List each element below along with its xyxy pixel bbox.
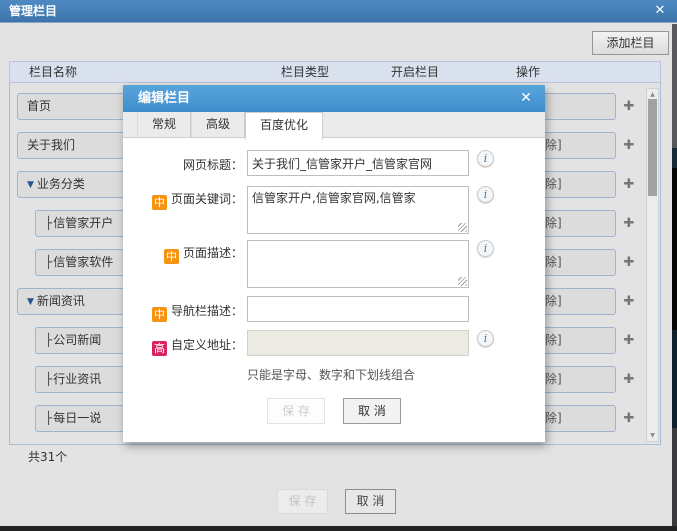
branch-icon: ├ <box>45 372 52 386</box>
header-column-enabled: 开启栏目 <box>391 62 439 83</box>
field-label-page-title: 网页标题： <box>123 156 243 173</box>
edit-column-dialog: 编辑栏目 ✕ 常规 高级 百度优化 网页标题： i 中页面关键词： 信管家开户,… <box>123 85 545 442</box>
column-row-item[interactable]: ▼业务分类 <box>17 171 127 198</box>
priority-mid-badge: 中 <box>152 307 167 322</box>
save-button-disabled: 保 存 <box>277 489 328 514</box>
column-row-item[interactable]: ├行业资讯 <box>35 366 130 393</box>
collapse-triangle-icon[interactable]: ▼ <box>27 180 34 190</box>
tab-baidu-seo[interactable]: 百度优化 <box>245 112 323 140</box>
add-subcolumn-plus-icon[interactable]: ✚ <box>621 93 637 120</box>
info-icon[interactable]: i <box>477 330 494 347</box>
add-subcolumn-plus-icon[interactable]: ✚ <box>621 249 637 276</box>
scroll-up-icon[interactable]: ▲ <box>647 90 658 99</box>
page-behind-edge <box>672 148 677 168</box>
manage-columns-window: 管理栏目 ✕ 添加栏目 栏目名称 栏目类型 开启栏目 操作 首页 关于我们 ▼业… <box>0 0 677 531</box>
window-close-icon[interactable]: ✕ <box>652 0 668 22</box>
column-name: 信管家软件 <box>53 255 113 269</box>
label-text: 页面关键词： <box>171 192 243 206</box>
label-text: 导航栏描述： <box>171 304 243 318</box>
add-column-button[interactable]: 添加栏目 <box>592 31 669 55</box>
column-row-item[interactable]: ├公司新闻 <box>35 327 130 354</box>
column-name: 新闻资讯 <box>37 294 85 308</box>
column-row-item[interactable]: ▼新闻资讯 <box>17 288 127 315</box>
scrollbar-thumb[interactable] <box>648 99 657 196</box>
page-behind-edge <box>672 168 677 330</box>
page-description-textarea[interactable] <box>247 240 469 288</box>
column-name: 信管家开户 <box>53 216 113 230</box>
dialog-close-icon[interactable]: ✕ <box>517 85 535 112</box>
page-behind-edge <box>672 24 677 148</box>
header-operations: 操作 <box>516 62 540 83</box>
info-icon[interactable]: i <box>477 150 494 167</box>
tab-general[interactable]: 常规 <box>137 112 191 137</box>
field-label-page-description: 中页面描述： <box>123 244 243 264</box>
add-subcolumn-plus-icon[interactable]: ✚ <box>621 210 637 237</box>
column-row-item[interactable]: ├信管家软件 <box>35 249 130 276</box>
add-subcolumn-plus-icon[interactable]: ✚ <box>621 405 637 432</box>
table-header-row: 栏目名称 栏目类型 开启栏目 操作 <box>9 61 661 83</box>
add-subcolumn-plus-icon[interactable]: ✚ <box>621 288 637 315</box>
dialog-tabs: 常规 高级 百度优化 <box>123 112 545 138</box>
column-name: 首页 <box>27 99 51 113</box>
priority-mid-badge: 中 <box>164 249 179 264</box>
custom-url-input-disabled <box>247 330 469 356</box>
dialog-title: 编辑栏目 <box>138 91 190 106</box>
scroll-down-icon[interactable]: ▼ <box>647 431 658 440</box>
branch-icon: ├ <box>45 411 52 425</box>
window-title: 管理栏目 <box>9 4 57 18</box>
page-behind-edge <box>672 428 677 526</box>
page-behind-bottom <box>0 526 677 531</box>
branch-icon: ├ <box>45 216 52 230</box>
window-titlebar: 管理栏目 <box>0 0 677 23</box>
field-label-custom-url: 高自定义地址： <box>123 336 243 356</box>
header-column-name: 栏目名称 <box>29 62 77 83</box>
column-name: 每日一说 <box>53 411 101 425</box>
dialog-titlebar: 编辑栏目 <box>123 85 545 112</box>
info-icon[interactable]: i <box>477 240 494 257</box>
column-name: 关于我们 <box>27 138 75 152</box>
page-keywords-textarea[interactable]: 信管家开户,信管家官网,信管家 <box>247 186 469 234</box>
column-row-item[interactable]: 关于我们 <box>17 132 127 159</box>
dialog-save-button-disabled: 保 存 <box>267 398 325 424</box>
page-title-input[interactable] <box>247 150 469 176</box>
branch-icon: ├ <box>45 333 52 347</box>
field-label-page-keywords: 中页面关键词： <box>123 190 243 210</box>
navbar-description-input[interactable] <box>247 296 469 322</box>
add-subcolumn-plus-icon[interactable]: ✚ <box>621 171 637 198</box>
column-row-item[interactable]: 首页 <box>17 93 127 120</box>
dialog-cancel-button[interactable]: 取 消 <box>343 398 401 424</box>
label-text: 自定义地址： <box>171 338 243 352</box>
page-behind-edge <box>672 330 677 428</box>
info-icon[interactable]: i <box>477 186 494 203</box>
column-row-item[interactable]: ├每日一说 <box>35 405 130 432</box>
column-name: 业务分类 <box>37 177 85 191</box>
cancel-button[interactable]: 取 消 <box>345 489 396 514</box>
field-label-navbar-description: 中导航栏描述： <box>123 302 243 322</box>
label-text: 网页标题： <box>183 158 243 172</box>
tab-advanced[interactable]: 高级 <box>191 112 245 137</box>
priority-mid-badge: 中 <box>152 195 167 210</box>
custom-url-helper-text: 只能是字母、数字和下划线组合 <box>247 366 415 383</box>
column-row-item[interactable]: ├信管家开户 <box>35 210 130 237</box>
resize-grip-icon[interactable] <box>458 277 467 286</box>
priority-high-badge: 高 <box>152 341 167 356</box>
dialog-buttons: 保 存 取 消 <box>123 398 545 424</box>
add-subcolumn-plus-icon[interactable]: ✚ <box>621 132 637 159</box>
total-count-label: 共31个 <box>28 448 67 465</box>
add-subcolumn-plus-icon[interactable]: ✚ <box>621 366 637 393</box>
collapse-triangle-icon[interactable]: ▼ <box>27 297 34 307</box>
table-scrollbar[interactable]: ▲ ▼ <box>646 88 659 442</box>
header-column-type: 栏目类型 <box>281 62 329 83</box>
resize-grip-icon[interactable] <box>458 223 467 232</box>
label-text: 页面描述： <box>183 246 243 260</box>
branch-icon: ├ <box>45 255 52 269</box>
add-subcolumn-plus-icon[interactable]: ✚ <box>621 327 637 354</box>
column-name: 行业资讯 <box>53 372 101 386</box>
column-name: 公司新闻 <box>53 333 101 347</box>
